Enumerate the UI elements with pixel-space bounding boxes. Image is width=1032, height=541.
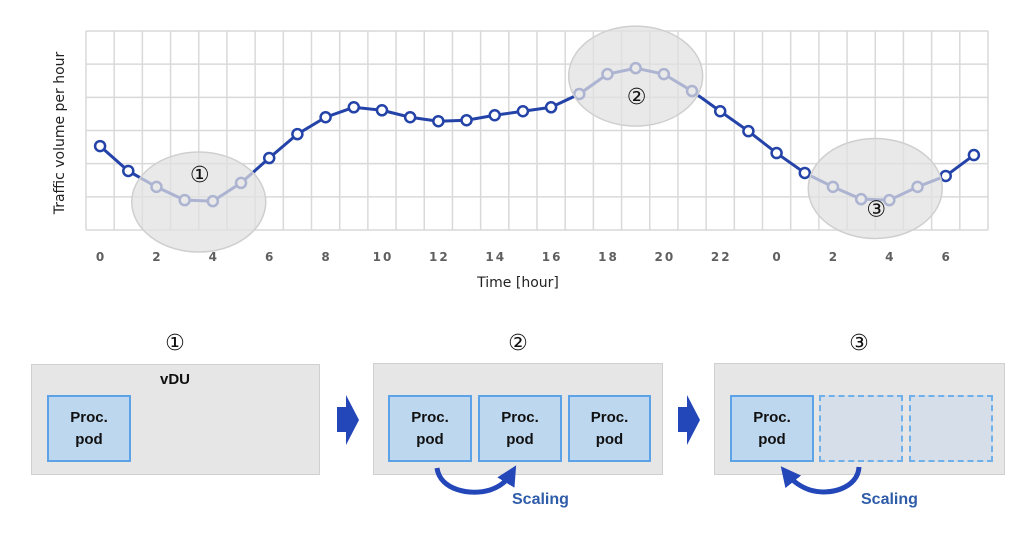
data-point <box>967 148 981 162</box>
pod-label-line1: Proc. <box>753 408 791 426</box>
pod-label-line2: pod <box>758 430 786 448</box>
y-axis-title: Traffic volume per hour <box>52 51 68 215</box>
data-point <box>742 124 755 138</box>
x-tick-label: 4 <box>209 250 219 264</box>
step-arrow-right-icon <box>337 395 359 445</box>
x-tick-label: 14 <box>485 250 506 264</box>
proc-pod: Proc. pod <box>478 395 562 462</box>
data-point <box>432 114 445 128</box>
x-tick-label: 0 <box>96 250 106 264</box>
scaling-label-step-3: Scaling <box>861 491 918 508</box>
x-tick-label: 2 <box>829 250 839 264</box>
highlight-label: ① <box>190 163 210 188</box>
x-tick-label: 0 <box>772 250 782 264</box>
data-point <box>798 166 812 180</box>
x-tick-label: 10 <box>373 250 394 264</box>
x-tick-label: 6 <box>942 250 952 264</box>
data-point <box>319 110 332 124</box>
highlight-label: ③ <box>866 198 886 223</box>
data-point <box>347 101 361 114</box>
data-point <box>488 108 501 122</box>
step-2-label: ② <box>508 331 528 356</box>
step-3-label: ③ <box>849 331 869 356</box>
data-point <box>93 139 107 153</box>
x-tick-label: 2 <box>152 250 162 264</box>
data-point <box>713 105 727 118</box>
scaling-label-step-2: Scaling <box>512 491 569 508</box>
data-point <box>939 169 952 183</box>
x-tick-labels: 0 2 4 6 8 10 12 14 16 18 20 22 0 2 4 6 <box>96 250 952 264</box>
proc-pod: Proc. pod <box>568 395 651 462</box>
ghost-pod <box>909 395 993 462</box>
pod-label-line2: pod <box>595 430 624 448</box>
proc-pod: Proc. pod <box>730 395 814 462</box>
pod-label-line2: pod <box>506 430 534 448</box>
data-point <box>460 113 473 127</box>
x-tick-label: 16 <box>542 250 563 264</box>
data-point <box>122 164 135 178</box>
highlight-ellipse <box>567 25 704 127</box>
x-tick-label: 8 <box>321 250 331 264</box>
x-tick-label: 6 <box>265 250 275 264</box>
data-point <box>375 104 389 117</box>
x-tick-label: 4 <box>885 250 895 264</box>
data-point <box>544 101 558 114</box>
proc-pod: Proc. pod <box>47 395 131 462</box>
pod-label-line1: Proc. <box>70 408 108 426</box>
ghost-pod <box>819 395 903 462</box>
x-tick-label: 18 <box>598 250 619 264</box>
pod-label-line2: pod <box>416 430 444 448</box>
x-tick-label: 20 <box>654 250 675 264</box>
data-point <box>262 151 276 165</box>
pod-label-line1: Proc. <box>590 408 629 426</box>
pod-label-line2: pod <box>75 430 103 448</box>
data-point <box>516 105 530 118</box>
step-arrow-right-icon <box>678 395 700 445</box>
x-axis-title: Time [hour] <box>476 275 559 291</box>
data-point <box>403 110 417 124</box>
pod-label-line1: Proc. <box>411 408 449 426</box>
highlight-label: ② <box>627 85 647 110</box>
data-point <box>291 127 304 141</box>
x-tick-label: 22 <box>711 250 732 264</box>
traffic-chart: ①②③ 0 2 4 6 8 10 12 14 16 18 20 22 0 2 4 6 Time [hour] … <box>52 25 989 291</box>
proc-pod: Proc. pod <box>388 395 472 462</box>
highlight-ellipse <box>807 137 943 240</box>
step-1-label: ① <box>165 331 185 356</box>
pod-label-line1: Proc. <box>501 408 539 426</box>
data-point <box>770 146 783 160</box>
vdu-label: vDU <box>160 371 191 388</box>
x-tick-label: 12 <box>429 250 450 264</box>
